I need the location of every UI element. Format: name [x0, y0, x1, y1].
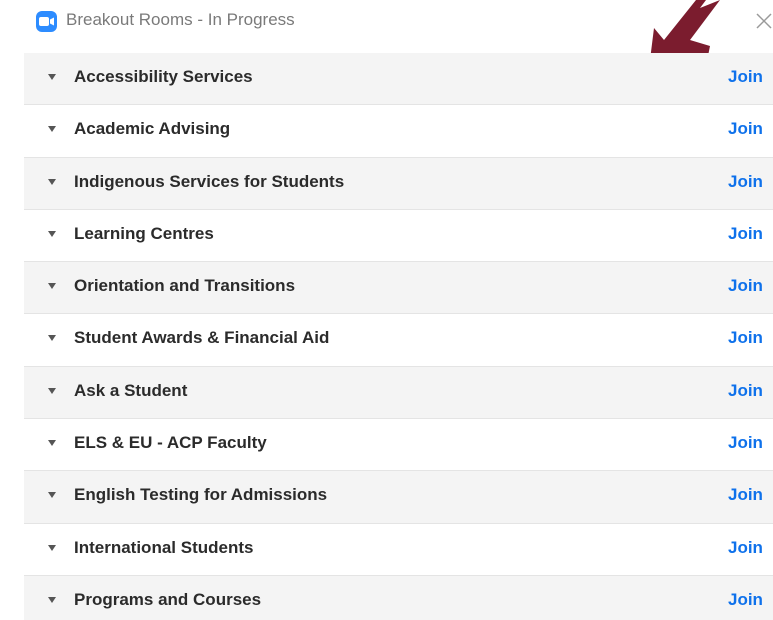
room-row[interactable]: ELS & EU - ACP Faculty Join: [24, 419, 773, 472]
room-name: ELS & EU - ACP Faculty: [74, 433, 267, 453]
join-button[interactable]: Join: [728, 67, 763, 87]
room-name: Student Awards & Financial Aid: [74, 328, 330, 348]
room-name: Programs and Courses: [74, 589, 262, 609]
expand-caret-icon[interactable]: [48, 387, 56, 394]
room-name: Learning Centres: [74, 223, 214, 243]
expand-caret-icon[interactable]: [48, 335, 56, 342]
join-button[interactable]: Join: [728, 276, 763, 296]
room-name: Indigenous Services for Students: [74, 171, 345, 191]
zoom-camera-icon: [36, 11, 57, 32]
close-icon[interactable]: [754, 9, 773, 31]
room-row[interactable]: Indigenous Services for Students Join: [24, 157, 773, 210]
join-button[interactable]: Join: [728, 538, 763, 558]
breakout-rooms-window: Breakout Rooms - In Progress Accessibili…: [0, 0, 773, 620]
room-row[interactable]: International Students Join: [24, 523, 773, 576]
room-row[interactable]: Learning Centres Join: [24, 209, 773, 263]
room-row[interactable]: Accessibility Services Join: [24, 53, 773, 106]
join-button[interactable]: Join: [728, 172, 763, 192]
breakout-room-list: Accessibility Services Join Academic Advis…: [24, 53, 773, 620]
room-row[interactable]: Student Awards & Financial Aid Join: [24, 314, 773, 367]
room-row[interactable]: Academic Advising Join: [24, 105, 773, 158]
expand-caret-icon[interactable]: [48, 283, 56, 290]
expand-caret-icon[interactable]: [48, 74, 56, 80]
join-button[interactable]: Join: [728, 485, 763, 505]
join-button[interactable]: Join: [728, 381, 763, 401]
room-row[interactable]: Ask a Student Join: [24, 366, 773, 420]
expand-caret-icon[interactable]: [48, 440, 56, 447]
room-name: Orientation and Transitions: [74, 276, 296, 296]
join-button[interactable]: Join: [728, 433, 763, 453]
join-button[interactable]: Join: [728, 590, 763, 610]
room-row[interactable]: English Testing for Admissions Join: [24, 471, 773, 524]
room-name: Academic Advising: [74, 119, 231, 139]
room-name: International Students: [74, 537, 254, 557]
expand-caret-icon[interactable]: [48, 596, 56, 603]
expand-caret-icon[interactable]: [48, 544, 56, 551]
expand-caret-icon[interactable]: [48, 230, 56, 237]
room-name: Accessibility Services: [74, 67, 253, 86]
room-row[interactable]: Orientation and Transitions Join: [24, 262, 773, 315]
join-button[interactable]: Join: [728, 328, 763, 348]
room-name: Ask a Student: [74, 380, 188, 400]
expand-caret-icon[interactable]: [48, 126, 56, 133]
close-button[interactable]: [754, 9, 773, 31]
expand-caret-icon[interactable]: [48, 492, 56, 499]
title-bar: Breakout Rooms - In Progress: [0, 0, 773, 50]
room-row[interactable]: Programs and Courses Join: [24, 575, 773, 620]
expand-caret-icon[interactable]: [48, 178, 56, 185]
join-button[interactable]: Join: [728, 119, 763, 139]
join-button[interactable]: Join: [728, 224, 763, 244]
window-title: Breakout Rooms - In Progress: [66, 10, 295, 29]
room-name: English Testing for Admissions: [74, 485, 328, 505]
